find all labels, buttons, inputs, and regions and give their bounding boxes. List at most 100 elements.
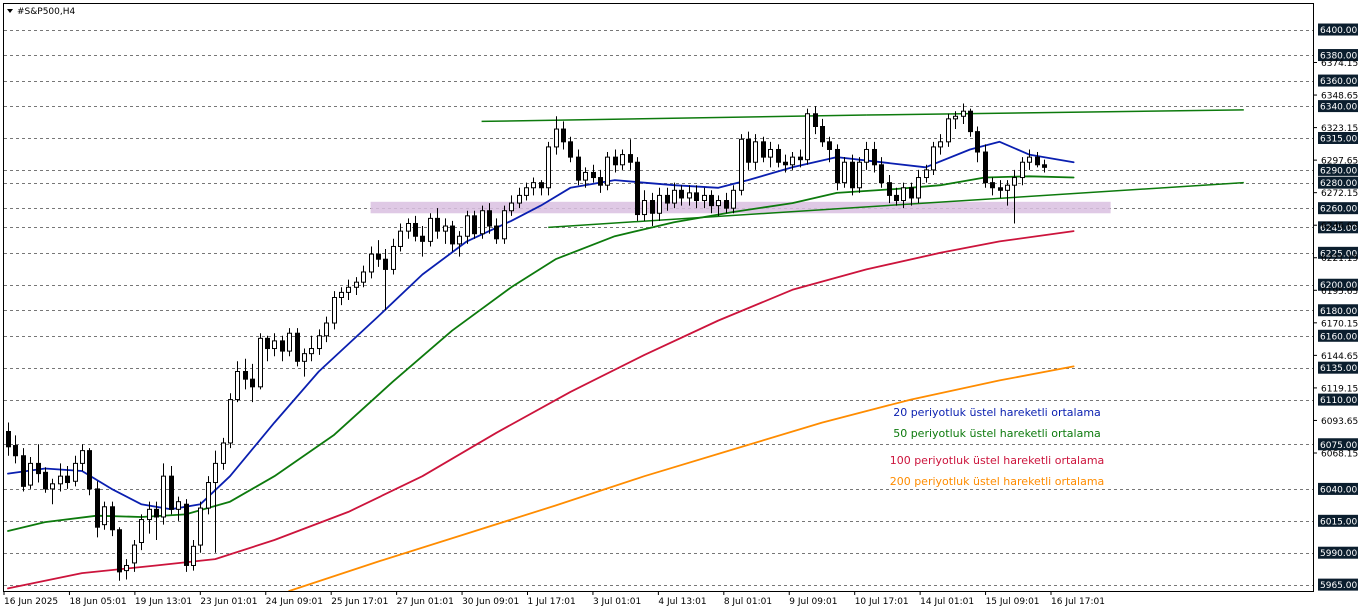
candle-body-bull [443, 225, 448, 232]
price-label: 6260.00 [1320, 205, 1357, 215]
candle-body-bear [13, 445, 18, 457]
price-label: 6374.15 [1321, 59, 1358, 69]
candle [931, 141, 936, 175]
candle-body-bull [672, 189, 677, 204]
candle-body-bull [687, 192, 692, 199]
candle-body-bull [102, 506, 107, 526]
candle-body-bear [776, 148, 781, 163]
candle-body-bear [709, 194, 714, 207]
candle-body-bear [568, 141, 573, 158]
candle-body-bull [916, 177, 921, 199]
candle-body-bear [724, 200, 729, 209]
candle-body-bear [243, 371, 248, 380]
candle-body-bear [6, 430, 11, 448]
candle-body-bear [887, 182, 892, 196]
time-label: 1 Jul 17:01 [528, 597, 576, 607]
candle [480, 205, 485, 239]
candle [87, 448, 92, 496]
candle [295, 328, 300, 367]
price-label: 6093.65 [1321, 417, 1358, 427]
candle-body-bull [731, 189, 736, 209]
price-label: 6280.00 [1320, 179, 1357, 189]
price-label: 6400.00 [1320, 26, 1357, 36]
candle-body-bear [990, 182, 995, 189]
price-label: 6290.00 [1320, 166, 1357, 176]
candle-body-bear [613, 156, 618, 166]
price-label: 6348.65 [1321, 92, 1358, 102]
time-label: 9 Jul 09:01 [789, 597, 837, 607]
candle-body-bear [383, 258, 388, 270]
candle-body-bear [850, 161, 855, 189]
legend-entry: 100 periyotluk üstel hareketli ortalama [890, 454, 1105, 467]
candle-body-bear [117, 529, 122, 573]
candle [635, 157, 640, 221]
candle-body-bull [50, 483, 55, 490]
candle-body-bear [909, 187, 914, 199]
candle [946, 113, 951, 147]
candle-body-bear [650, 200, 655, 214]
time-label: 4 Jul 13:01 [658, 597, 706, 607]
time-label: 30 Jun 09:01 [462, 597, 519, 607]
candle-body-bear [998, 187, 1003, 191]
price-label: 6135.00 [1320, 364, 1357, 374]
candle-body-bear [65, 475, 70, 484]
candle-body-bull [198, 507, 203, 546]
candle-body-bull [161, 475, 166, 518]
candle-body-bear [872, 148, 877, 166]
candle-body-bear [110, 506, 115, 531]
symbol-label: #S&P500,H4 [17, 7, 76, 17]
candle-body-bear [746, 138, 751, 163]
candle-body-bull [961, 110, 966, 117]
candle-body-bull [716, 200, 721, 207]
candle-body-bull [398, 230, 403, 247]
candle-body-bull [583, 171, 588, 181]
candle-body-bull [1012, 177, 1017, 186]
candle [428, 213, 433, 247]
candle-body-bull [302, 353, 307, 362]
time-label: 24 Jun 09:01 [266, 597, 323, 607]
candle-body-bull [332, 297, 337, 324]
candle-body-bear [487, 210, 492, 227]
price-label: 5965.00 [1320, 581, 1357, 591]
candle-body-bear [250, 378, 255, 388]
candle-body-bear [21, 455, 26, 487]
candle-body-bull [642, 200, 647, 216]
price-chart[interactable]: 20 periyotluk üstel hareketli ortalama 50… [0, 0, 1362, 611]
candle-body-bear [635, 161, 640, 216]
candle-body-bear [36, 462, 41, 475]
candle-body-bull [1005, 184, 1010, 191]
candle-body-bull [406, 222, 411, 232]
price-label: 6160.00 [1320, 332, 1357, 342]
candle-body-bull [768, 148, 773, 158]
candle [184, 499, 189, 572]
price-label: 6180.00 [1320, 307, 1357, 317]
time-label: 10 Jul 17:01 [855, 597, 909, 607]
time-label: 8 Jul 01:01 [724, 597, 772, 607]
candle-body-bear [598, 177, 603, 186]
price-label: 6119.15 [1321, 384, 1358, 394]
candle-body-bull [1027, 156, 1032, 163]
candle-body-bear [435, 217, 440, 232]
candle-body-bull [605, 156, 610, 186]
price-label: 6110.00 [1320, 396, 1357, 406]
candle-body-bull [139, 519, 144, 544]
candle-body-bear [169, 475, 174, 510]
candle-body-bull [339, 291, 344, 299]
candle [198, 501, 203, 553]
candle-body-bull [753, 141, 758, 163]
time-label: 16 Jun 2025 [4, 597, 58, 607]
candle-body-bull [924, 169, 929, 179]
candle-body-bull [938, 141, 943, 148]
candle-body-bull [931, 146, 936, 171]
candle-body-bull [272, 340, 277, 350]
legend-entry: 20 periyotluk üstel hareketli ortalama [893, 406, 1101, 419]
price-label: 6015.00 [1320, 517, 1357, 527]
candle-body-bull [213, 462, 218, 484]
candle-body-bull [73, 462, 78, 482]
candle-body-bull [657, 194, 662, 214]
price-label: 6360.00 [1320, 77, 1357, 87]
candle-body-bull [147, 508, 152, 521]
time-label: 15 Jul 09:01 [986, 597, 1040, 607]
candle-body-bull [457, 235, 462, 245]
symbol-header: #S&P500,H4 [7, 7, 76, 17]
